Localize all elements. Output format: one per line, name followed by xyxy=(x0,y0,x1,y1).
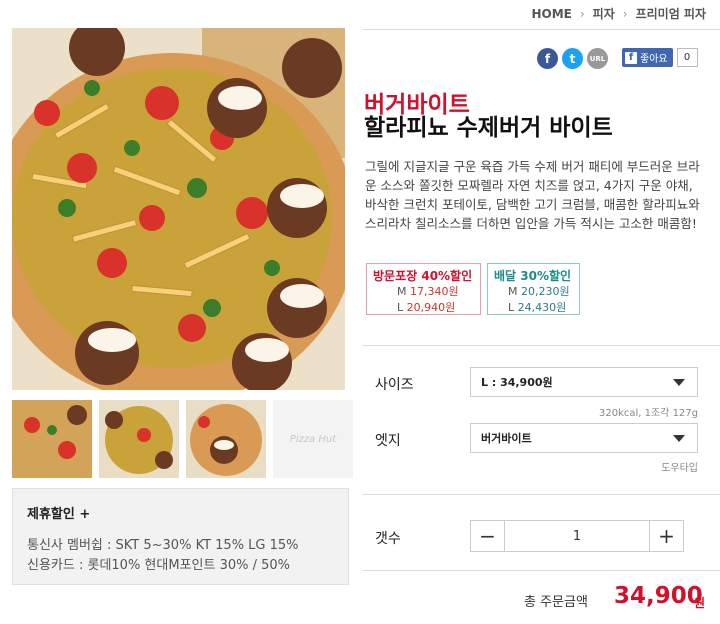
pickup-m-label: M xyxy=(397,285,407,298)
chevron-down-icon xyxy=(673,435,685,442)
divider xyxy=(363,345,720,346)
partner-discount-title[interactable]: 제휴할인 + xyxy=(27,503,334,522)
chevron-right-icon: › xyxy=(622,6,628,21)
chevron-down-icon xyxy=(673,379,685,386)
partner-discount-box: 제휴할인 + 통신사 멤버쉽 : SKT 5~30% KT 15% LG 15%… xyxy=(12,488,349,585)
twitter-share-icon[interactable]: t xyxy=(562,48,583,69)
like-count: 0 xyxy=(676,48,698,67)
facebook-icon: f xyxy=(625,51,637,64)
edge-select-value: 버거바이트 xyxy=(481,432,532,445)
product-description: 그릴에 지글지글 구운 육즙 가득 수제 버거 패티에 부드러운 브라운 소스와… xyxy=(365,159,700,231)
pickup-l-label: L xyxy=(397,301,404,314)
size-select[interactable]: L : 34,900원 xyxy=(470,367,698,397)
share-buttons: f t URL xyxy=(537,48,608,69)
quantity-decrease-button[interactable]: − xyxy=(471,521,504,551)
product-title: 할라피뇨 수제버거 바이트 xyxy=(364,115,613,141)
breadcrumb-sub[interactable]: 프리미엄 피자 xyxy=(636,5,706,22)
edge-label: 엣지 xyxy=(375,433,401,449)
delivery-l-label: L xyxy=(508,301,515,314)
quantity-label: 갯수 xyxy=(375,531,401,547)
pizza-hut-logo: Pizza Hut xyxy=(273,400,353,478)
delivery-l-price: 24,430원 xyxy=(517,301,567,314)
thumbnail-3[interactable] xyxy=(186,400,266,478)
delivery-m-label: M xyxy=(508,285,518,298)
size-select-value: L : 34,900원 xyxy=(481,376,553,389)
breadcrumb: HOME › 피자 › 프리미엄 피자 xyxy=(531,5,706,22)
delivery-m-price: 20,230원 xyxy=(521,285,570,298)
card-discount-text: 신용카드 : 롯데10% 현대M포인트 30% / 50% xyxy=(27,558,291,573)
pickup-m-price: 17,340원 xyxy=(410,285,459,298)
url-copy-icon[interactable]: URL xyxy=(587,48,608,69)
delivery-price-box: 배달 30%할인 M 20,230원 L 24,430원 xyxy=(487,263,580,315)
total-price: 34,900 xyxy=(614,583,703,609)
total-label: 총 주문금액 xyxy=(524,595,588,610)
size-label: 사이즈 xyxy=(375,377,414,393)
pickup-title: 방문포장 40%할인 xyxy=(373,269,473,283)
delivery-title: 배달 30%할인 xyxy=(494,269,572,283)
telecom-discount-text: 통신사 멤버쉽 : SKT 5~30% KT 15% LG 15% xyxy=(27,538,299,553)
like-button[interactable]: f 좋아요 xyxy=(622,48,673,67)
product-main-image xyxy=(12,28,345,390)
thumbnail-list: Pizza Hut xyxy=(12,400,353,478)
breadcrumb-home[interactable]: HOME xyxy=(531,7,571,21)
logo-text: Pizza Hut xyxy=(289,433,337,445)
like-label: 좋아요 xyxy=(640,54,668,65)
quantity-stepper: − 1 + xyxy=(470,520,684,552)
total-unit: 원 xyxy=(694,596,706,610)
pickup-price-box: 방문포장 40%할인 M 17,340원 L 20,940원 xyxy=(366,263,481,315)
pickup-l-price: 20,940원 xyxy=(406,301,456,314)
size-note: 320kcal, 1조각 127g xyxy=(598,408,698,419)
divider xyxy=(363,29,720,30)
quantity-increase-button[interactable]: + xyxy=(650,521,683,551)
breadcrumb-category[interactable]: 피자 xyxy=(593,5,615,22)
divider xyxy=(363,494,720,495)
facebook-share-icon[interactable]: f xyxy=(537,48,558,69)
quantity-value[interactable]: 1 xyxy=(504,521,650,551)
chevron-right-icon: › xyxy=(579,6,585,21)
edge-note: 도우타입 xyxy=(661,463,698,474)
facebook-like: f 좋아요 0 xyxy=(622,48,698,67)
edge-select[interactable]: 버거바이트 xyxy=(470,423,698,453)
divider xyxy=(363,570,720,571)
thumbnail-2[interactable] xyxy=(99,400,179,478)
thumbnail-1[interactable] xyxy=(12,400,92,478)
